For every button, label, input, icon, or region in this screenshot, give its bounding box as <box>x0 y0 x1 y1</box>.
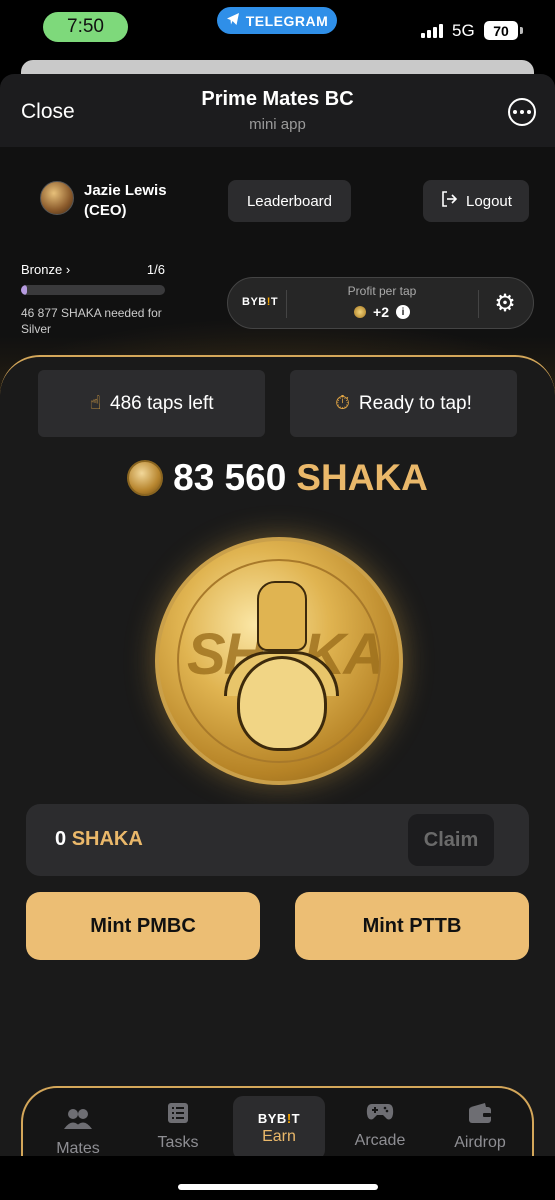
home-indicator[interactable] <box>178 1184 378 1190</box>
more-options-icon[interactable] <box>508 98 536 126</box>
mint-pttb-button[interactable]: Mint PTTB <box>295 892 529 960</box>
coin-icon <box>127 460 164 496</box>
claim-button[interactable]: Claim <box>408 814 494 866</box>
taps-left-box: ☝ 486 taps left <box>38 370 265 437</box>
telegram-pill[interactable]: TELEGRAM <box>217 7 337 34</box>
ready-status-box: ⏱ Ready to tap! <box>290 370 517 437</box>
user-name: Jazie Lewis <box>84 182 167 199</box>
rank-level: Bronze <box>21 262 63 277</box>
banana-icon <box>237 656 327 751</box>
people-icon <box>64 1108 92 1134</box>
status-time: 7:50 <box>43 12 128 42</box>
gamepad-icon <box>366 1102 394 1126</box>
profit-per-tap-panel: BYB!T Profit per tap +2 i ⚙ <box>227 277 534 329</box>
claim-amount: 0 <box>55 828 67 850</box>
rank-needed-text: 46 877 SHAKA needed for Silver <box>21 306 162 336</box>
profit-label: Profit per tap <box>347 284 417 298</box>
status-bar: 7:50 TELEGRAM 5G 70 <box>0 0 555 56</box>
rank-progress-text: 1/6 <box>146 262 165 277</box>
info-icon[interactable]: i <box>395 305 410 319</box>
stopwatch-icon: ⏱ <box>335 392 350 414</box>
paper-plane-icon <box>226 12 240 29</box>
page-title: Prime Mates BC <box>201 88 354 110</box>
bottom-safe-area <box>0 1156 555 1200</box>
tasks-icon <box>167 1102 189 1128</box>
coin-icon <box>354 306 367 318</box>
tap-coin[interactable]: SHAKA <box>155 537 403 785</box>
wallet-icon <box>468 1102 492 1128</box>
divider <box>478 290 479 318</box>
logout-button[interactable]: Logout <box>423 180 529 222</box>
nav-item-arcade[interactable]: Arcade <box>335 1102 425 1162</box>
network-type: 5G <box>452 21 475 40</box>
leaderboard-label: Leaderboard <box>246 192 333 210</box>
bybit-logo: BYB!T <box>242 296 278 308</box>
app-body: Jazie Lewis (CEO) Leaderboard Logout Bro… <box>0 147 555 1200</box>
profit-value: +2 <box>373 304 389 320</box>
bybit-logo-suffix: T <box>291 1110 301 1126</box>
nav-item-tasks[interactable]: Tasks <box>133 1102 223 1162</box>
rank-progress-fill <box>21 285 27 295</box>
miniapp-header: Close Prime Mates BC mini app <box>0 74 555 147</box>
claim-currency: SHAKA <box>71 828 143 850</box>
rank-progress-bar <box>21 285 165 295</box>
balance-amount: 83 560 <box>173 457 287 498</box>
tap-card: ☝ 486 taps left ⏱ Ready to tap! 83 560 S… <box>0 355 555 1200</box>
nav-label: Tasks <box>157 1134 199 1151</box>
rank-row[interactable]: Bronze › 1/6 <box>21 262 165 277</box>
bybit-logo-prefix: BYB <box>242 296 267 308</box>
gear-icon[interactable]: ⚙ <box>492 291 518 317</box>
ready-status-text: Ready to tap! <box>358 392 472 414</box>
balance-display: 83 560 SHAKA <box>0 457 555 499</box>
avatar <box>40 181 74 215</box>
claim-amount-row: 0 SHAKA <box>55 828 143 851</box>
nav-label: Airdrop <box>454 1134 506 1151</box>
tap-hand-icon: ☝ <box>89 393 102 414</box>
bybit-logo-prefix: BYB <box>257 1110 287 1126</box>
telegram-label: TELEGRAM <box>245 12 329 29</box>
shaka-hand-icon <box>257 581 307 651</box>
logout-label: Logout <box>466 192 512 210</box>
rank-level-group: Bronze › <box>21 262 70 277</box>
profit-value-row: +2 i <box>286 304 478 320</box>
claim-panel: 0 SHAKA Claim <box>26 804 529 876</box>
nav-label: Arcade <box>354 1132 406 1149</box>
user-profile[interactable]: Jazie Lewis (CEO) <box>40 181 167 221</box>
nav-label: Earn <box>262 1127 296 1145</box>
battery-icon: 70 <box>484 21 523 40</box>
leaderboard-button[interactable]: Leaderboard <box>228 180 351 222</box>
chevron-right-icon: › <box>65 262 71 277</box>
nav-item-airdrop[interactable]: Airdrop <box>435 1102 525 1162</box>
nav-item-earn[interactable]: BYB!T Earn <box>233 1096 325 1160</box>
logout-icon <box>440 190 458 212</box>
taps-left-text: 486 taps left <box>110 392 214 414</box>
user-role: (CEO) <box>84 202 127 219</box>
coin-face: SHAKA <box>177 559 381 763</box>
bybit-logo-suffix: T <box>270 296 279 308</box>
bybit-logo: BYB!T <box>258 1111 300 1126</box>
page-subtitle: mini app <box>249 116 306 133</box>
signal-icon <box>421 24 445 38</box>
mint-pmbc-button[interactable]: Mint PMBC <box>26 892 260 960</box>
balance-currency: SHAKA <box>296 457 428 498</box>
